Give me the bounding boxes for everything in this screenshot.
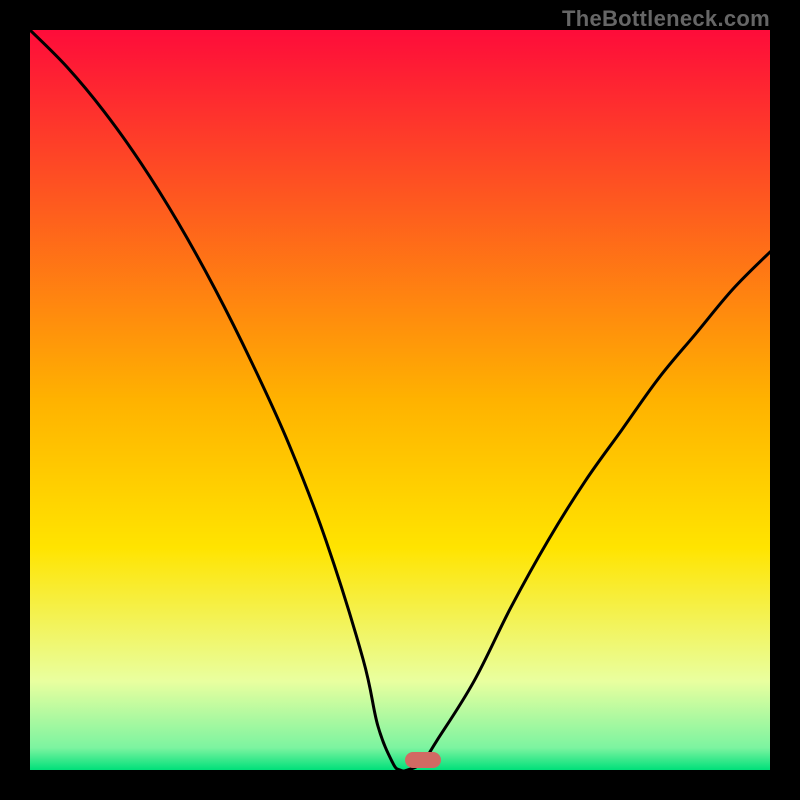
chart-svg [30, 30, 770, 770]
plot-area [30, 30, 770, 770]
watermark-text: TheBottleneck.com [562, 6, 770, 32]
chart-frame: TheBottleneck.com [0, 0, 800, 800]
optimal-marker [405, 752, 441, 768]
gradient-bg [30, 30, 770, 770]
